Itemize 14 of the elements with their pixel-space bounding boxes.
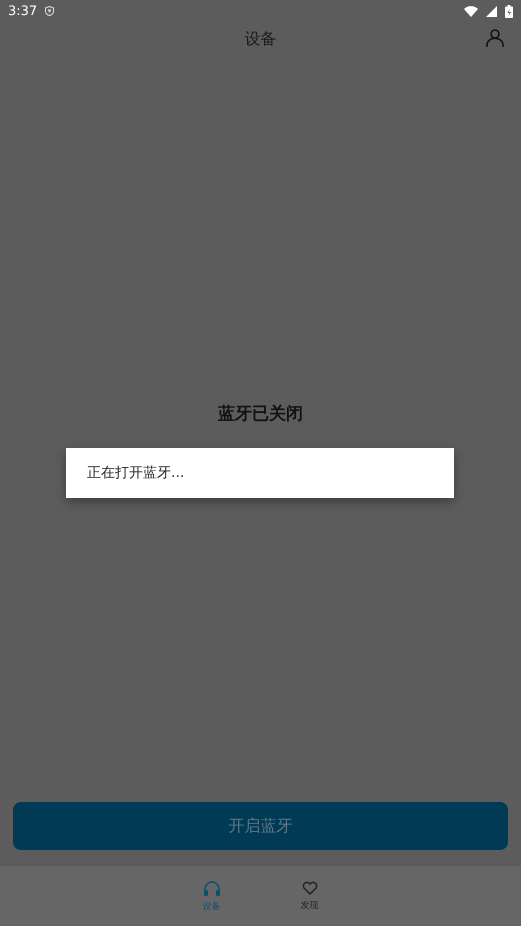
wifi-icon [464, 6, 478, 16]
shield-icon [45, 6, 54, 16]
notice-title: 蓝牙已关闭 [218, 403, 303, 425]
heart-icon [302, 880, 318, 894]
signal-icon [486, 6, 497, 16]
dialog-message: 正在打开蓝牙... [87, 464, 184, 482]
nav-tab[interactable]: 发现 [280, 866, 338, 926]
enable-bluetooth-button[interactable]: 开启蓝牙 [13, 802, 508, 850]
battery-icon [505, 4, 513, 18]
user-icon[interactable] [485, 28, 505, 48]
page-title: 设备 [244, 28, 276, 50]
headphones-icon [202, 880, 220, 896]
status-time: 3:37 [8, 4, 38, 18]
nav-tab[interactable]: 设备 [182, 866, 240, 926]
